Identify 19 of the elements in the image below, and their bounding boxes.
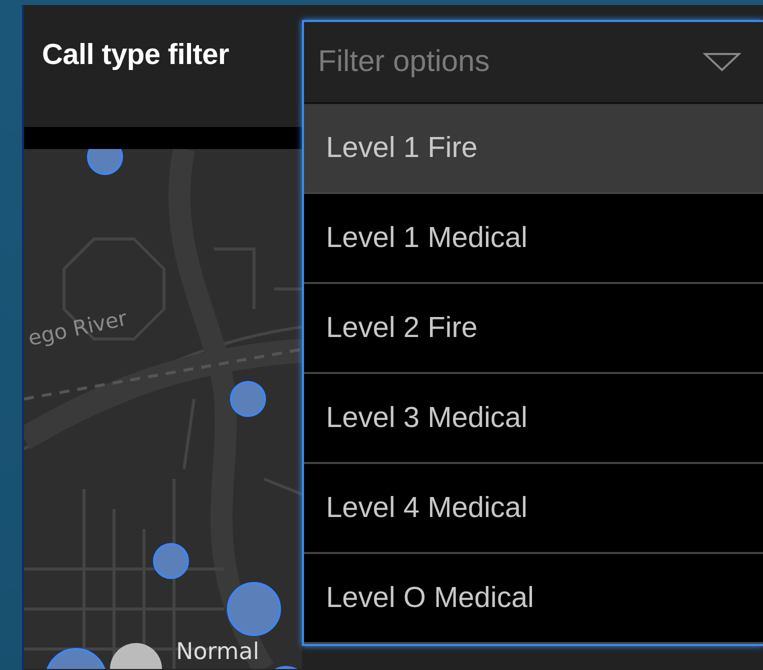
panel-title: Call type filter [42, 38, 229, 72]
legend-label: Normal [176, 639, 260, 665]
dropdown-option[interactable]: Level O Medical [304, 554, 763, 644]
river-label: ego River [26, 306, 129, 350]
dropdown-caret-icon [703, 52, 741, 72]
dropdown-option[interactable]: Level 1 Fire [304, 104, 763, 194]
map-marker[interactable] [153, 543, 189, 579]
map-marker[interactable] [227, 582, 281, 636]
dropdown-option[interactable]: Level 4 Medical [304, 464, 763, 554]
map-marker[interactable] [87, 149, 123, 175]
dropdown-option[interactable]: Level 3 Medical [304, 374, 763, 464]
filter-dropdown[interactable]: Filter options [304, 22, 763, 104]
dropdown-option[interactable]: Level 1 Medical [304, 194, 763, 284]
legend-symbol [110, 643, 162, 669]
dropdown-option[interactable]: Level 2 Fire [304, 284, 763, 374]
map-view[interactable]: ego River Normal [24, 149, 302, 669]
dropdown-placeholder: Filter options [318, 45, 491, 79]
map-marker[interactable] [45, 648, 107, 669]
map-marker[interactable] [230, 381, 266, 417]
